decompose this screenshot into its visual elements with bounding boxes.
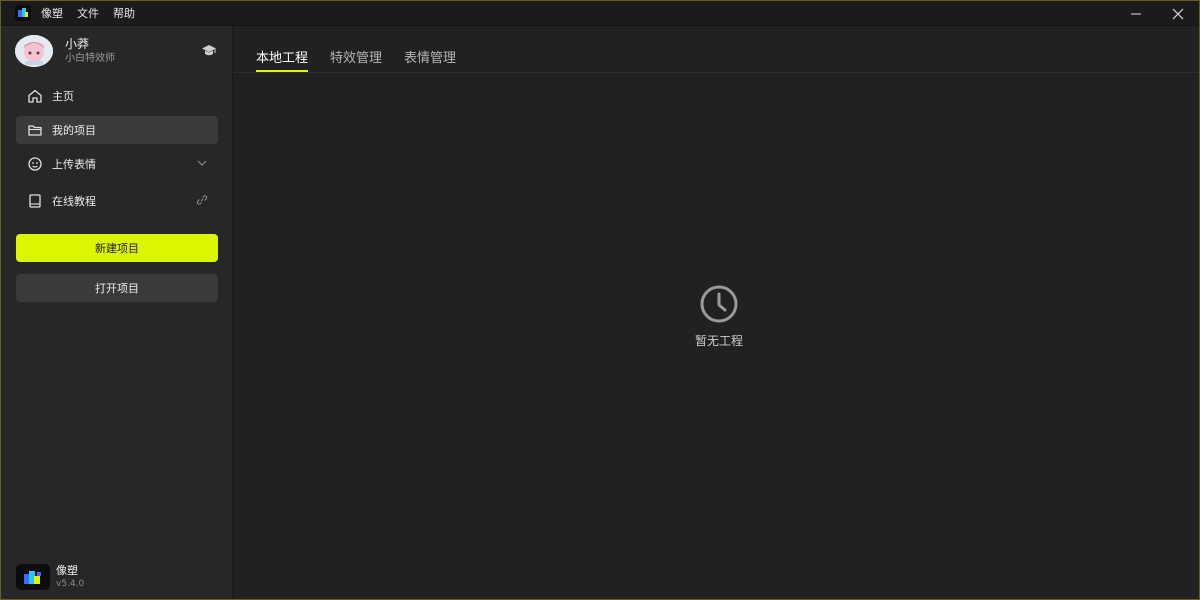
main-content: 本地工程 特效管理 表情管理 暂无工程 [234, 26, 1199, 599]
user-title: 小白特效师 [65, 52, 115, 64]
sidebar-item-home[interactable]: 主页 [16, 82, 218, 110]
menu-help[interactable]: 帮助 [113, 5, 135, 21]
book-icon [26, 192, 44, 210]
clock-icon [700, 285, 738, 323]
title-bar: 像塑 文件 帮助 [1, 1, 1199, 26]
window-controls [1115, 1, 1199, 26]
tab-local-projects[interactable]: 本地工程 [256, 50, 309, 72]
sidebar-item-label: 主页 [52, 90, 74, 103]
avatar-image [15, 35, 53, 67]
tab-effects-management[interactable]: 特效管理 [330, 50, 382, 72]
close-button[interactable] [1157, 1, 1199, 26]
brand: 像塑 v5.4.0 [16, 562, 84, 592]
emoji-icon [26, 155, 44, 173]
menu-file[interactable]: 文件 [77, 5, 99, 21]
tab-bar: 本地工程 特效管理 表情管理 [256, 50, 478, 72]
sidebar-item-label: 在线教程 [52, 195, 96, 208]
close-icon [1172, 8, 1184, 19]
open-project-button[interactable]: 打开项目 [16, 274, 218, 302]
chevron-down-icon[interactable] [196, 157, 208, 169]
sidebar: 小莽 小白特效师 主页 我的项目 上传表情 在线教程 新建项目 打开项目 像塑 … [1, 26, 233, 599]
minimize-button[interactable] [1115, 1, 1157, 26]
empty-state-text: 暂无工程 [694, 334, 743, 348]
brand-logo-icon [16, 564, 50, 590]
sidebar-item-label: 我的项目 [52, 124, 96, 137]
home-icon [26, 87, 44, 105]
menu-app[interactable]: 像塑 [41, 5, 63, 21]
new-project-button[interactable]: 新建项目 [16, 234, 218, 262]
sidebar-item-label: 上传表情 [52, 158, 96, 171]
user-name: 小莽 [65, 36, 90, 51]
brand-name: 像塑 [56, 564, 78, 577]
sidebar-item-upload-emoji[interactable]: 上传表情 [16, 150, 218, 178]
app-logo-icon [15, 5, 31, 21]
version-label: v5.4.0 [56, 579, 85, 589]
avatar[interactable] [15, 35, 53, 67]
tab-emoji-management[interactable]: 表情管理 [404, 50, 456, 72]
folder-icon [26, 121, 44, 139]
link-icon[interactable] [196, 194, 208, 206]
minimize-icon [1131, 13, 1141, 14]
sidebar-item-my-projects[interactable]: 我的项目 [16, 116, 218, 144]
sidebar-item-online-tutorial[interactable]: 在线教程 [16, 187, 218, 215]
empty-state: 暂无工程 [674, 284, 764, 349]
graduation-cap-icon[interactable] [201, 44, 217, 58]
app-window: 像塑 文件 帮助 小莽 小白特效师 主页 我的项目 上传表情 在线教程 新建项目… [0, 0, 1200, 600]
tab-divider [234, 72, 1199, 73]
user-profile[interactable]: 小莽 小白特效师 [15, 34, 223, 68]
